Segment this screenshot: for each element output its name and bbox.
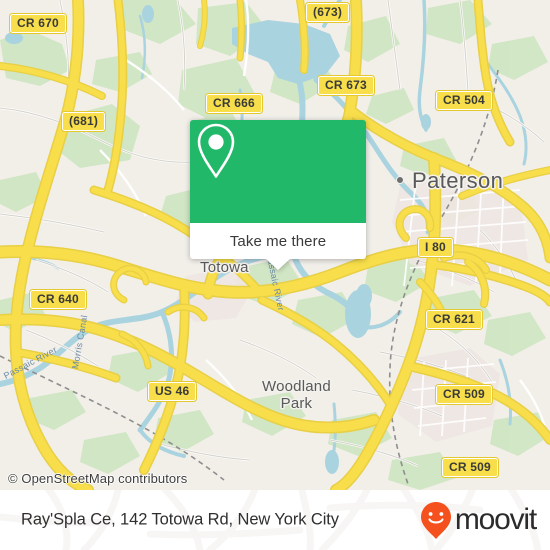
card-action-area[interactable]: Take me there [190,223,366,270]
card-icon-area [190,120,366,223]
route-shield-us-46[interactable]: US 46 [146,381,198,402]
footer-bar: Ray'Spla Ce, 142 Totowa Rd, New York Cit… [0,490,550,550]
map-attribution[interactable]: © OpenStreetMap contributors [8,471,187,486]
moovit-pin-smile-icon [420,502,451,539]
moovit-logo[interactable]: moovit [419,500,537,540]
route-shield-cr-666[interactable]: CR 666 [205,93,263,114]
card-pointer-tail [265,258,291,270]
route-shield-681[interactable]: (681) [60,111,107,132]
city-dot-paterson [396,176,404,184]
location-pin-icon [197,123,235,178]
take-me-there-label: Take me there [229,232,327,250]
route-shield-cr-509-south[interactable]: CR 509 [441,457,499,478]
location-info-card[interactable]: Take me there [190,120,366,270]
route-shield-cr-640[interactable]: CR 640 [29,289,87,310]
route-shield-cr-509-north[interactable]: CR 509 [435,384,493,405]
route-shield-cr-621[interactable]: CR 621 [425,309,483,330]
route-shield-i-80[interactable]: I 80 [417,237,454,258]
moovit-wordmark: moovit [454,503,537,536]
route-shield-673[interactable]: (673) [304,2,351,23]
route-shield-cr-673[interactable]: CR 673 [317,75,375,96]
map-canvas[interactable]: Paterson Totowa Woodland Park Passaic Ri… [0,0,550,490]
route-shield-cr-670[interactable]: CR 670 [9,13,67,34]
map-screenshot: Paterson Totowa Woodland Park Passaic Ri… [0,0,550,550]
route-shield-cr-504[interactable]: CR 504 [435,90,493,111]
location-address: Ray'Spla Ce, 142 Totowa Rd, New York Cit… [21,510,339,529]
